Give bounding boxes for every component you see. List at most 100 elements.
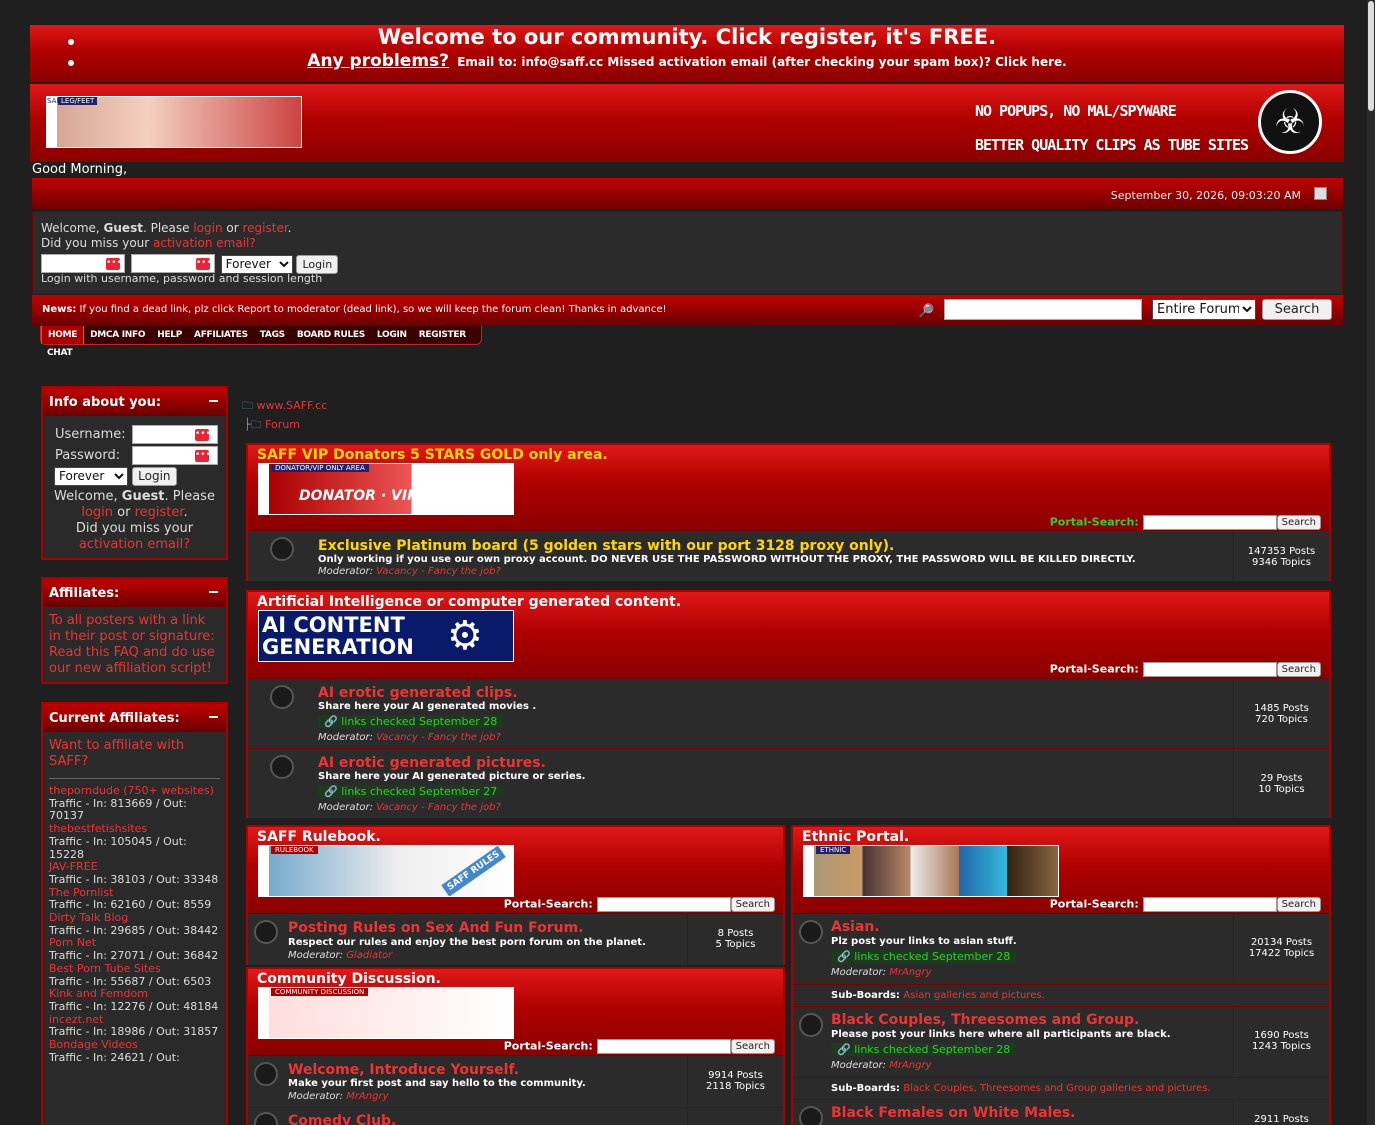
- portal-search-label: Portal-Search:: [1049, 897, 1139, 911]
- register-link[interactable]: register: [242, 221, 287, 235]
- sub-board-link[interactable]: Black Couples, Threesomes and Group gall…: [903, 1083, 1210, 1094]
- board-name[interactable]: Asian.: [831, 919, 880, 935]
- moderator-link[interactable]: Gladiator: [346, 950, 392, 961]
- board-status-icon: [799, 920, 823, 944]
- tab-board-rules[interactable]: BOARD RULES: [291, 326, 371, 344]
- board-row[interactable]: AI erotic generated pictures. Share here…: [248, 748, 1329, 818]
- tab-register[interactable]: REGISTER: [413, 326, 472, 344]
- portal-search-input[interactable]: [1142, 897, 1277, 912]
- board-row[interactable]: Black Couples, Threesomes and Group. Ple…: [793, 1006, 1329, 1099]
- portal-search-button[interactable]: Search: [1276, 515, 1321, 530]
- board-name[interactable]: Comedy Club.: [288, 1113, 396, 1125]
- sidebar-register-link[interactable]: register: [135, 505, 184, 520]
- portal-search-button[interactable]: Search: [730, 1039, 775, 1054]
- board-name[interactable]: Welcome, Introduce Yourself.: [288, 1062, 519, 1078]
- category-title[interactable]: Ethnic Portal.: [802, 829, 909, 845]
- board-name[interactable]: Black Females on White Males.: [831, 1105, 1075, 1121]
- board-row[interactable]: Black Females on White Males. 2911 Posts: [793, 1099, 1329, 1125]
- board-name[interactable]: Posting Rules on Sex And Fun Forum.: [288, 920, 584, 936]
- tab-dmca-info[interactable]: DMCA INFO: [84, 326, 151, 344]
- password-manager-icon[interactable]: •••: [195, 258, 212, 270]
- search-icon: 🔎: [918, 304, 935, 319]
- tab-tags[interactable]: TAGS: [254, 326, 291, 344]
- portal-search-input[interactable]: [1142, 515, 1277, 530]
- sidebar-activation-link[interactable]: activation email?: [79, 537, 190, 552]
- slogan-line-2: BETTER QUALITY CLIPS AS TUBE SITES: [974, 136, 1249, 154]
- password-manager-icon[interactable]: •••: [106, 258, 122, 270]
- password-manager-icon[interactable]: •••: [195, 450, 211, 462]
- category-title[interactable]: SAFF VIP Donators 5 STARS GOLD only area…: [257, 447, 608, 463]
- category-title[interactable]: Artificial Intelligence or computer gene…: [257, 594, 681, 610]
- board-row[interactable]: Exclusive Platinum board (5 golden stars…: [248, 530, 1329, 581]
- portal-search-button[interactable]: Search: [730, 897, 775, 912]
- affiliate-link[interactable]: thebestfetishsites: [49, 822, 220, 836]
- affiliate-link[interactable]: Best Porn Tube Sites: [49, 962, 220, 976]
- portal-search-input[interactable]: [596, 897, 731, 912]
- portal-search-input[interactable]: [1142, 662, 1277, 677]
- board-row[interactable]: Comedy Club.: [248, 1107, 783, 1125]
- activation-email-link[interactable]: activation email?: [153, 236, 256, 250]
- portal-search-input[interactable]: [596, 1039, 731, 1054]
- sidebar-session-select[interactable]: Forever: [54, 466, 128, 486]
- board-row[interactable]: Asian. Plz post your links to asian stuf…: [793, 913, 1329, 1006]
- portal-search: Portal-Search: Search: [504, 897, 775, 912]
- sidebar-login-button[interactable]: Login: [132, 466, 177, 486]
- moderator-link[interactable]: Vacancy - Fancy the job?: [376, 566, 501, 577]
- panel-header: Affiliates:: [43, 579, 226, 607]
- board-row[interactable]: AI erotic generated clips. Share here yo…: [248, 678, 1329, 748]
- session-length-select[interactable]: Forever: [220, 254, 293, 274]
- sidebar-login-link[interactable]: login: [81, 505, 113, 520]
- affiliate-with-saff-link[interactable]: Want to affiliate with SAFF?: [49, 738, 220, 779]
- moderator-label: Moderator:: [831, 1060, 890, 1071]
- missed-activation-text: Did you miss your activation email?: [41, 236, 256, 250]
- collapse-icon[interactable]: [1314, 187, 1327, 200]
- site-logo[interactable]: SAFFCC LEG/FEET: [46, 96, 302, 148]
- moderator-link[interactable]: Vacancy - Fancy the job?: [376, 732, 501, 743]
- affiliate-link[interactable]: Dirty Talk Blog: [49, 911, 220, 925]
- category-title[interactable]: SAFF Rulebook.: [257, 829, 381, 845]
- minimize-icon[interactable]: [209, 591, 218, 593]
- board-status-icon: [270, 685, 294, 709]
- email-line[interactable]: Email to: info@saff.cc Missed activation…: [457, 55, 1067, 69]
- board-name[interactable]: AI erotic generated pictures.: [318, 755, 546, 771]
- scrollbar-thumb[interactable]: [1368, 1, 1374, 111]
- forum-search-input[interactable]: [944, 299, 1142, 320]
- moderator-link[interactable]: Vacancy - Fancy the job?: [376, 802, 501, 813]
- board-row[interactable]: Posting Rules on Sex And Fun Forum. Resp…: [248, 913, 783, 965]
- board-status-icon: [799, 1013, 823, 1037]
- tab-home[interactable]: HOME: [41, 326, 85, 344]
- tab-chat[interactable]: CHAT: [41, 344, 78, 362]
- board-name[interactable]: Exclusive Platinum board (5 golden stars…: [318, 538, 894, 554]
- board-moderator: Moderator: Gladiator: [288, 950, 392, 961]
- portal-search-button[interactable]: Search: [1276, 897, 1321, 912]
- board-name[interactable]: Black Couples, Threesomes and Group.: [831, 1012, 1139, 1028]
- topics-count: 720 Topics: [1255, 714, 1308, 725]
- tab-login[interactable]: LOGIN: [371, 326, 413, 344]
- page-scrollbar[interactable]: [1367, 0, 1375, 1125]
- portal-search-button[interactable]: Search: [1276, 662, 1321, 677]
- category-title[interactable]: Community Discussion.: [257, 971, 441, 987]
- username-row: Username: •••: [49, 424, 220, 445]
- links-checked-text: links checked September 28: [341, 715, 498, 728]
- tab-affiliates[interactable]: AFFILIATES: [188, 326, 254, 344]
- affiliates-text[interactable]: To all posters with a link in their post…: [43, 607, 226, 683]
- sub-board-link[interactable]: Asian galleries and pictures.: [903, 990, 1044, 1001]
- affiliate-link[interactable]: theporndude (750+ websites): [49, 784, 220, 798]
- password-manager-icon[interactable]: •••: [195, 429, 211, 441]
- moderator-link[interactable]: MrAngry: [889, 967, 931, 978]
- minimize-icon[interactable]: [209, 716, 218, 718]
- login-link[interactable]: login: [193, 221, 222, 235]
- search-scope-select[interactable]: Entire Forum: [1152, 299, 1256, 320]
- breadcrumb-forum[interactable]: Forum: [265, 418, 300, 431]
- tab-help[interactable]: HELP: [151, 326, 188, 344]
- news-bar: News: If you find a dead link, plz click…: [32, 295, 1343, 325]
- board-name[interactable]: AI erotic generated clips.: [318, 685, 518, 701]
- board-row[interactable]: Welcome, Introduce Yourself. Make your f…: [248, 1055, 783, 1107]
- minimize-icon[interactable]: [209, 400, 218, 402]
- affiliate-link[interactable]: Bondage Videos: [49, 1038, 220, 1052]
- breadcrumb-site[interactable]: www.SAFF.cc: [257, 399, 328, 412]
- search-button[interactable]: Search: [1262, 299, 1332, 320]
- moderator-link[interactable]: MrAngry: [889, 1060, 931, 1071]
- problems-link[interactable]: Any problems?: [307, 51, 449, 71]
- moderator-link[interactable]: MrAngry: [346, 1091, 388, 1102]
